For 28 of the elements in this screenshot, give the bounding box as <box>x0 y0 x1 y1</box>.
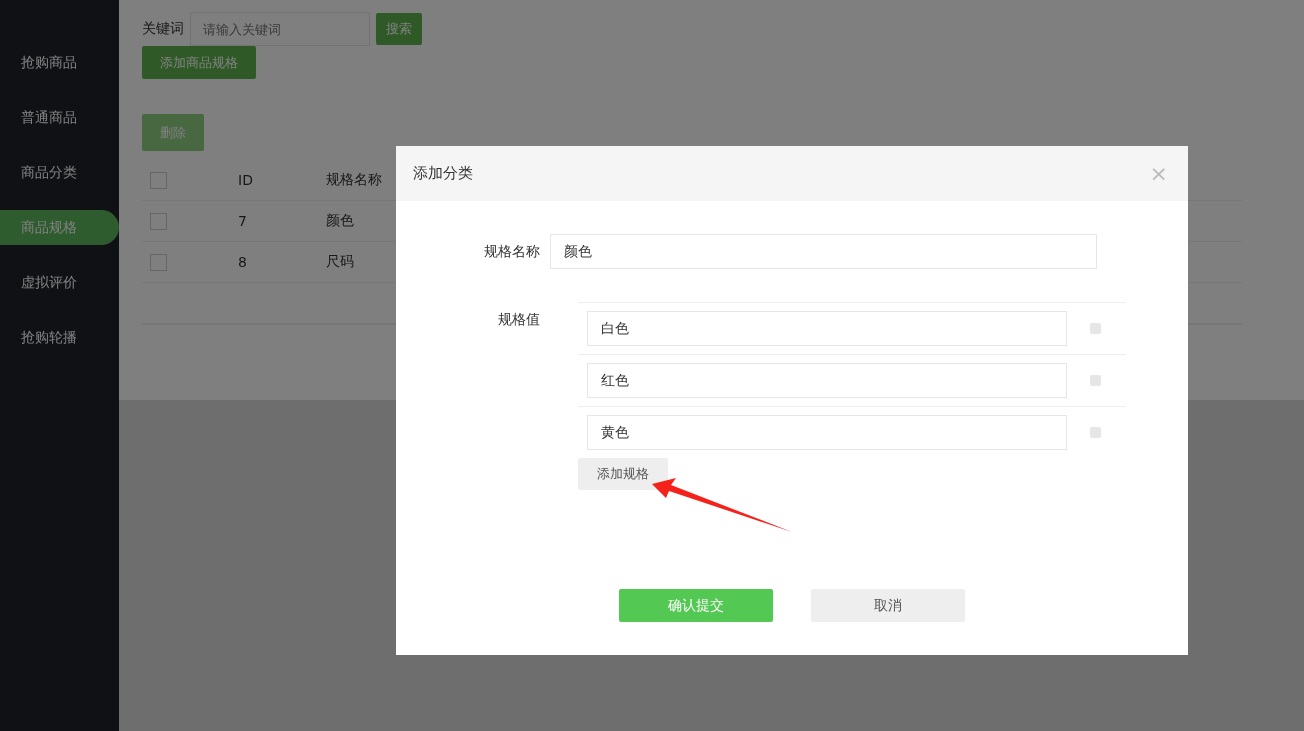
sidebar-item[interactable]: 商品分类 <box>0 155 119 190</box>
spec-value-field[interactable]: 黄色 <box>587 415 1067 450</box>
keyword-label: 关键词 <box>142 20 184 38</box>
sidebar-item[interactable]: 普通商品 <box>0 100 119 135</box>
dialog-title: 添加分类 <box>413 164 473 183</box>
table-cell-text: 颜色 <box>326 212 355 230</box>
table-cell-text: 尺码 <box>326 253 355 271</box>
sidebar-item[interactable]: 虚拟评价 <box>0 265 119 300</box>
sidebar-item[interactable]: 抢购商品 <box>0 45 119 80</box>
column-header: ID <box>238 172 254 188</box>
row-checkbox[interactable] <box>150 253 167 271</box>
value-checkbox[interactable] <box>1090 323 1101 334</box>
sidebar-item[interactable]: 抢购轮播 <box>0 320 119 355</box>
select-all-checkbox[interactable] <box>150 171 167 189</box>
spec-name-label: 规格名称 <box>483 242 541 261</box>
spec-name-field[interactable]: 颜色 <box>550 234 1097 269</box>
column-header: 规格名称 <box>326 171 383 189</box>
table-cell-text: 7 <box>238 213 248 229</box>
spec-value-field[interactable]: 红色 <box>587 363 1067 398</box>
spec-values-label: 规格值 <box>497 310 541 329</box>
value-checkbox[interactable] <box>1090 375 1101 386</box>
table-cell-text: 8 <box>238 254 248 270</box>
add-value-button[interactable]: 添加规格 <box>578 458 668 490</box>
cancel-button[interactable]: 取消 <box>811 589 965 622</box>
spec-value-field[interactable]: 白色 <box>587 311 1067 346</box>
keyword-field[interactable]: 请输入关键词 <box>190 12 370 46</box>
row-checkbox[interactable] <box>150 212 167 230</box>
value-checkbox[interactable] <box>1090 427 1101 438</box>
